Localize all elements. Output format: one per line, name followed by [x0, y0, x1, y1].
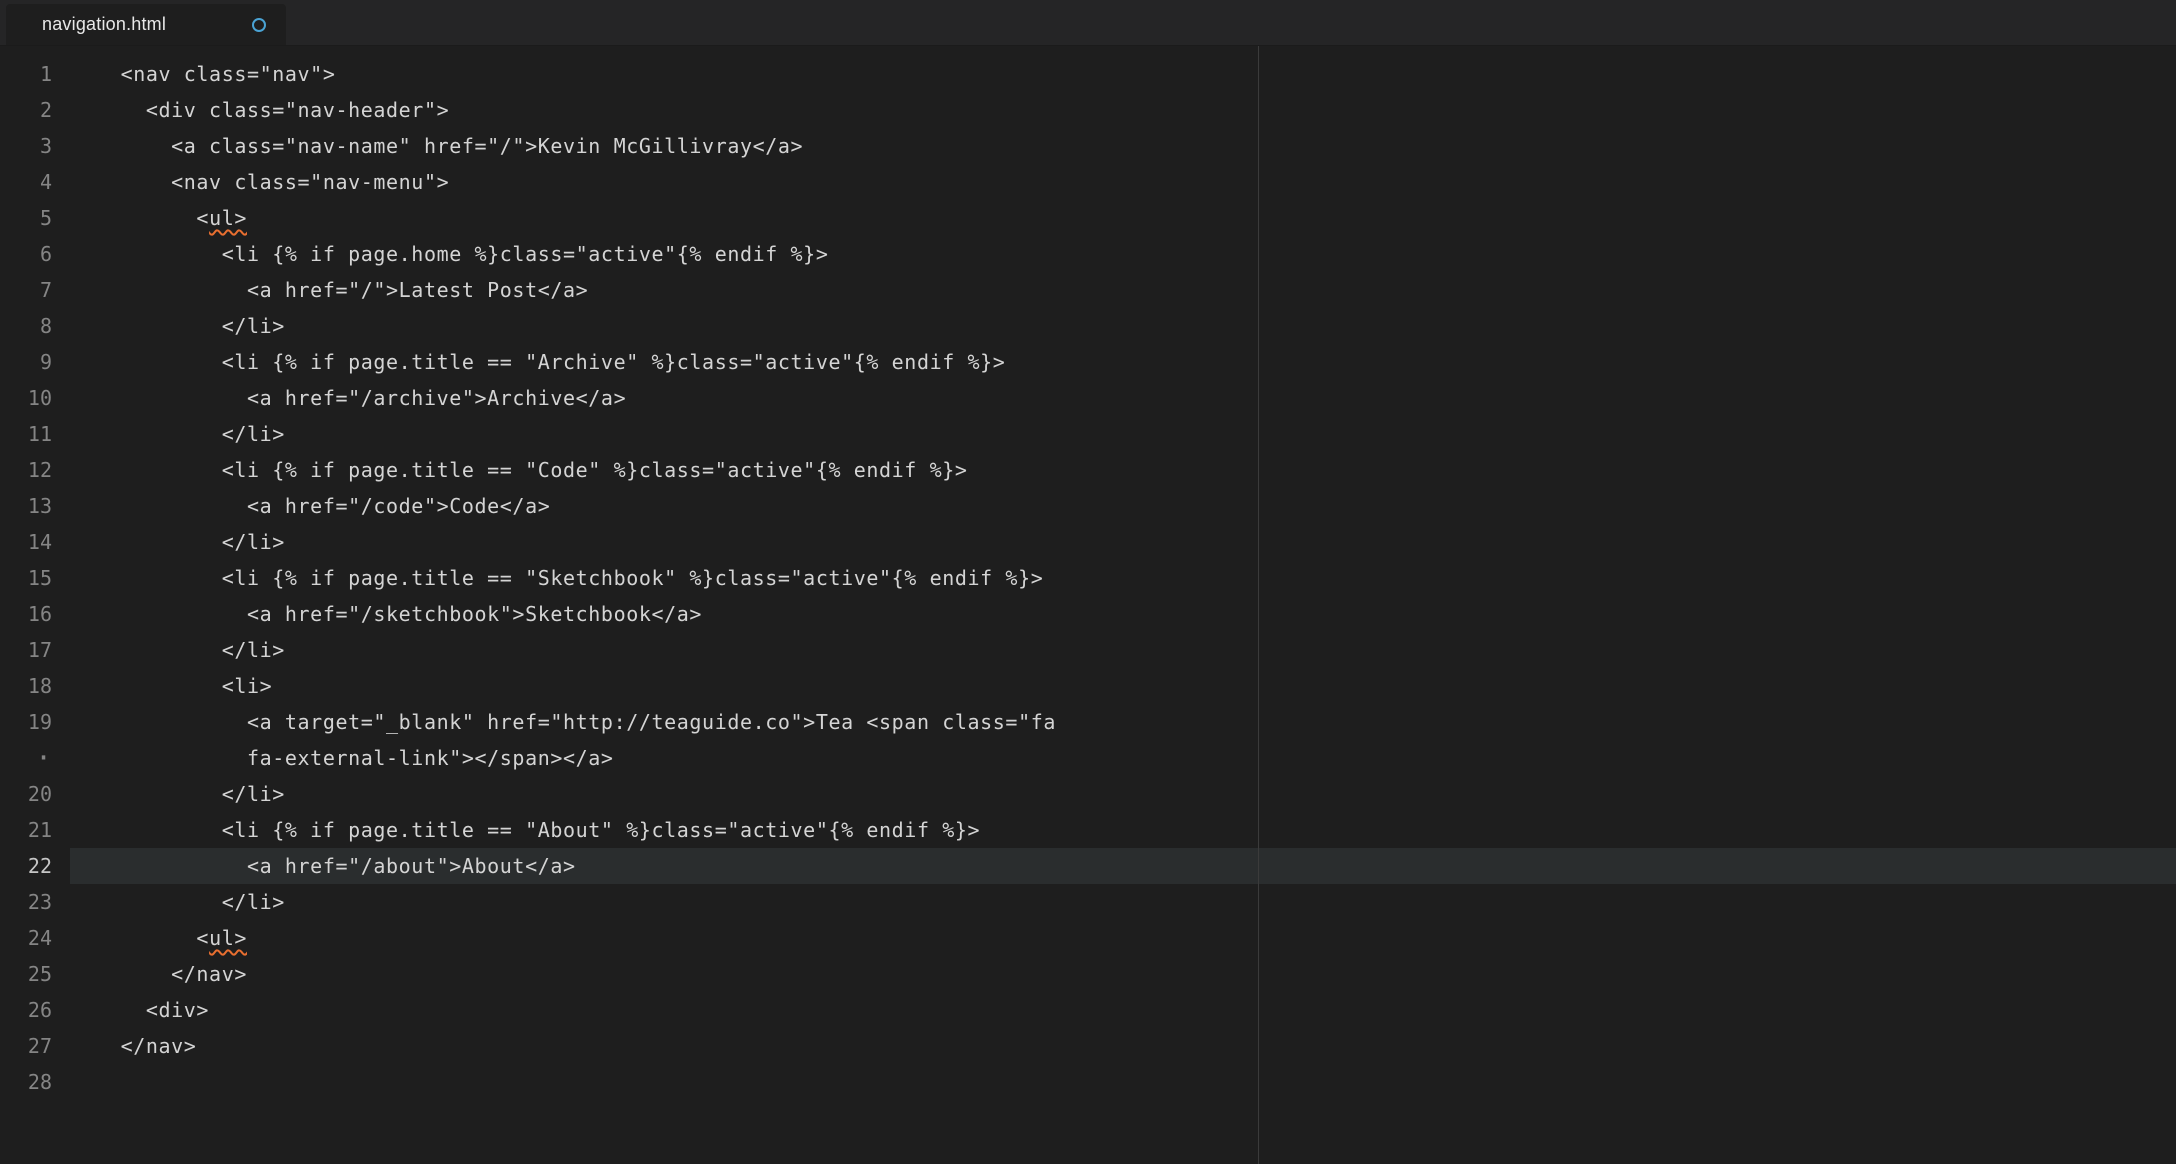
code-line[interactable]: <ul> — [70, 920, 2176, 956]
code-line[interactable]: <ul> — [70, 200, 2176, 236]
code-line[interactable]: </li> — [70, 308, 2176, 344]
code-line[interactable]: <li {% if page.title == "Sketchbook" %}c… — [70, 560, 2176, 596]
dirty-indicator-icon[interactable] — [252, 18, 266, 32]
code-line[interactable]: </li> — [70, 416, 2176, 452]
code-line[interactable]: </li> — [70, 524, 2176, 560]
code-line[interactable]: <a href="/about">About</a> — [70, 848, 2176, 884]
line-number: 18 — [0, 668, 52, 704]
code-content[interactable]: <nav class="nav"> <div class="nav-header… — [70, 46, 2176, 1164]
line-number: 17 — [0, 632, 52, 668]
code-line[interactable]: </li> — [70, 884, 2176, 920]
wrap-ruler — [1258, 46, 1259, 1164]
tab-navigation-html[interactable]: navigation.html — [6, 4, 286, 45]
line-number: 1 — [0, 56, 52, 92]
line-number: 14 — [0, 524, 52, 560]
line-number: 27 — [0, 1028, 52, 1064]
line-number: 22 — [0, 848, 52, 884]
code-line[interactable]: <li {% if page.title == "Code" %}class="… — [70, 452, 2176, 488]
tab-bar: navigation.html — [0, 0, 2176, 46]
line-number: 8 — [0, 308, 52, 344]
code-line[interactable]: <a href="/">Latest Post</a> — [70, 272, 2176, 308]
line-number: 13 — [0, 488, 52, 524]
line-number: 26 — [0, 992, 52, 1028]
code-line[interactable]: <li {% if page.home %}class="active"{% e… — [70, 236, 2176, 272]
line-number: · — [0, 740, 52, 776]
line-number: 5 — [0, 200, 52, 236]
code-line[interactable]: </nav> — [70, 956, 2176, 992]
code-line[interactable] — [70, 1064, 2176, 1100]
code-line[interactable]: <a href="/archive">Archive</a> — [70, 380, 2176, 416]
line-number: 19 — [0, 704, 52, 740]
code-line[interactable]: <a target="_blank" href="http://teaguide… — [70, 704, 2176, 740]
code-line[interactable]: fa-external-link"></span></a> — [70, 740, 2176, 776]
code-line[interactable]: </li> — [70, 776, 2176, 812]
line-number: 25 — [0, 956, 52, 992]
code-line[interactable]: <nav class="nav"> — [70, 56, 2176, 92]
code-line[interactable]: <div> — [70, 992, 2176, 1028]
code-line[interactable]: <a href="/sketchbook">Sketchbook</a> — [70, 596, 2176, 632]
line-number: 16 — [0, 596, 52, 632]
line-number: 2 — [0, 92, 52, 128]
code-line[interactable]: <li {% if page.title == "About" %}class=… — [70, 812, 2176, 848]
line-number: 11 — [0, 416, 52, 452]
code-line[interactable]: <a class="nav-name" href="/">Kevin McGil… — [70, 128, 2176, 164]
lint-squiggle: ul> — [209, 926, 247, 950]
code-line[interactable]: </nav> — [70, 1028, 2176, 1064]
line-number: 24 — [0, 920, 52, 956]
editor-area[interactable]: 12345678910111213141516171819·2021222324… — [0, 46, 2176, 1164]
code-line[interactable]: <li {% if page.title == "Archive" %}clas… — [70, 344, 2176, 380]
line-number: 28 — [0, 1064, 52, 1100]
line-number: 9 — [0, 344, 52, 380]
code-line[interactable]: <a href="/code">Code</a> — [70, 488, 2176, 524]
line-number: 7 — [0, 272, 52, 308]
lint-squiggle: ul> — [209, 206, 247, 230]
line-number: 23 — [0, 884, 52, 920]
line-number: 15 — [0, 560, 52, 596]
editor-window: navigation.html 123456789101112131415161… — [0, 0, 2176, 1164]
code-line[interactable]: <div class="nav-header"> — [70, 92, 2176, 128]
line-number: 3 — [0, 128, 52, 164]
line-number-gutter: 12345678910111213141516171819·2021222324… — [0, 46, 70, 1164]
line-number: 6 — [0, 236, 52, 272]
line-number: 20 — [0, 776, 52, 812]
code-line[interactable]: <nav class="nav-menu"> — [70, 164, 2176, 200]
line-number: 4 — [0, 164, 52, 200]
line-number: 10 — [0, 380, 52, 416]
code-line[interactable]: </li> — [70, 632, 2176, 668]
line-number: 12 — [0, 452, 52, 488]
code-line[interactable]: <li> — [70, 668, 2176, 704]
line-number: 21 — [0, 812, 52, 848]
tab-filename: navigation.html — [42, 14, 166, 35]
